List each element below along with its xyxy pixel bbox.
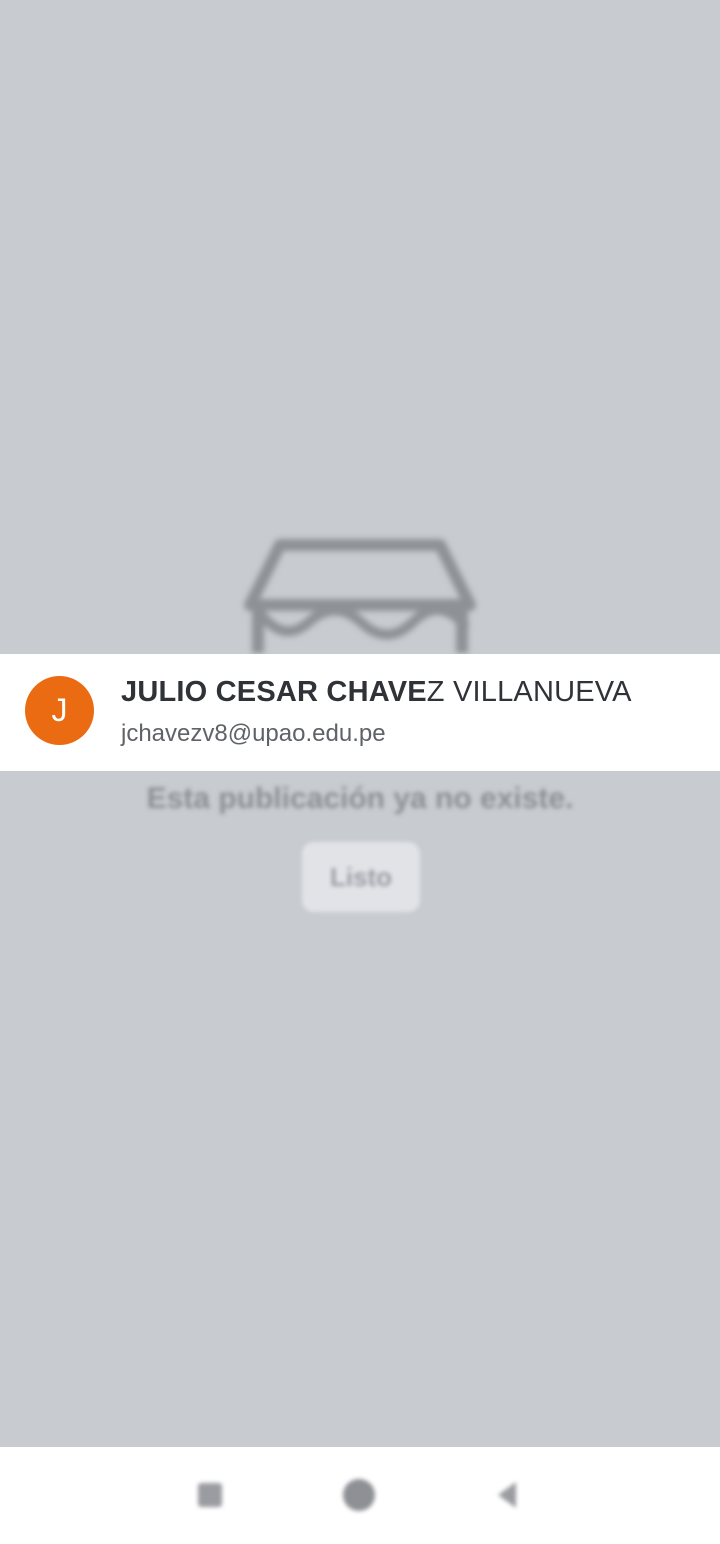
navigation-bar [0,1447,720,1544]
account-name-bold: JULIO CESAR CHAVE [121,676,427,708]
blurred-background [0,0,720,1544]
home-icon[interactable] [341,1477,377,1513]
post-unavailable-message: Esta publicación ya no existe. [146,782,574,815]
back-icon[interactable] [490,1477,526,1513]
recents-icon[interactable] [192,1477,228,1513]
account-name: JULIO CESAR CHAVEZ VILLANUEVA [121,676,632,709]
storefront-icon [244,539,476,653]
screen: Esta publicación ya no existe. Listo J J… [0,0,720,1544]
avatar: J [25,676,94,745]
account-card[interactable]: J JULIO CESAR CHAVEZ VILLANUEVA jchavezv… [0,654,720,771]
account-email: jchavezv8@upao.edu.pe [121,720,386,747]
account-name-regular: Z VILLANUEVA [426,676,632,708]
done-button[interactable]: Listo [302,842,420,912]
